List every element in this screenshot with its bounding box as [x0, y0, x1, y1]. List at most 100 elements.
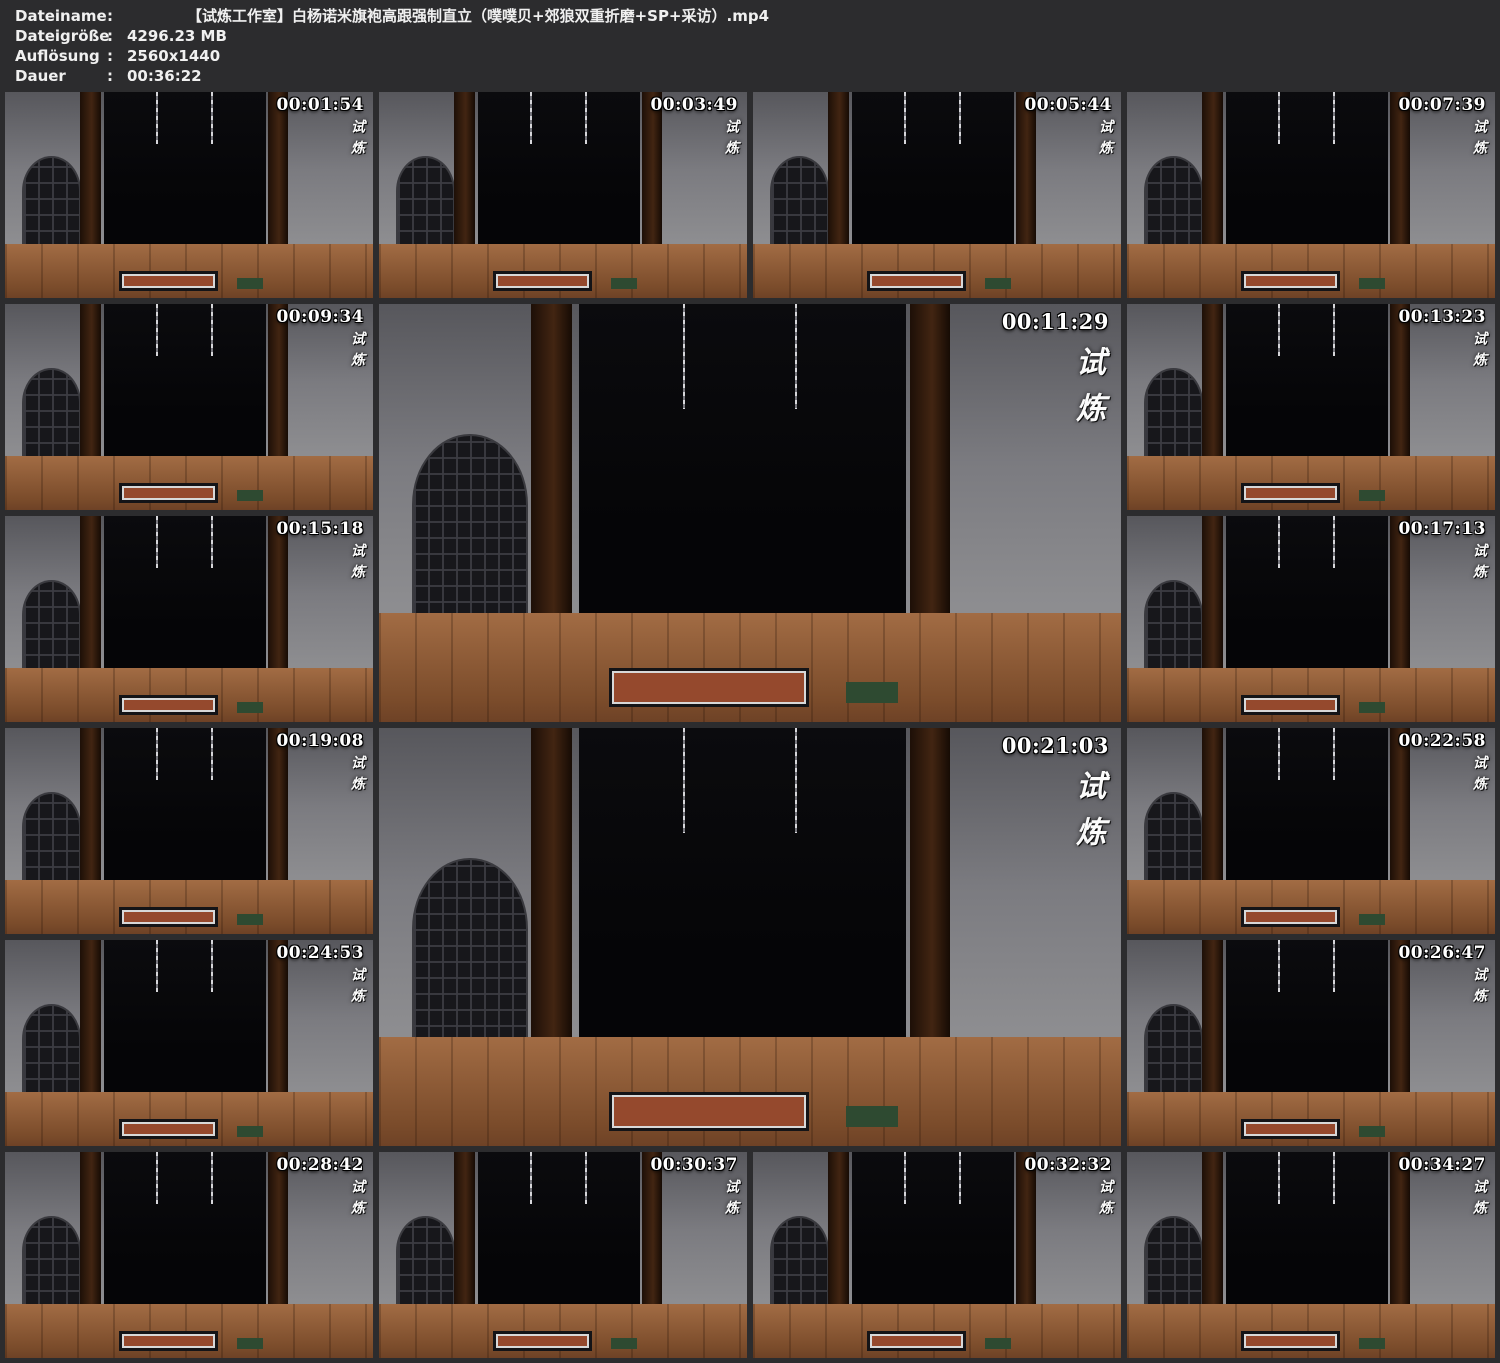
scene-chain-left: [156, 92, 158, 144]
scene-red-mat: [1241, 483, 1340, 503]
scene-red-mat: [1241, 271, 1340, 291]
studio-watermark: 试炼: [1469, 1179, 1489, 1221]
video-frame-placeholder: [379, 92, 747, 298]
scene-pillar-right: [1390, 1152, 1410, 1311]
video-thumbnail: 00:03:49 试炼: [379, 92, 747, 298]
scene-pillar-right: [910, 728, 951, 1050]
scene-chain-left: [1278, 1152, 1280, 1204]
scene-arched-window: [396, 1216, 455, 1309]
video-thumbnail: 00:09:34 试炼: [5, 304, 373, 510]
metadata-row-duration: Dauer:00:36:22: [15, 66, 1500, 86]
scene-arched-window: [412, 858, 527, 1044]
scene-chain-left: [683, 728, 685, 833]
filename-label: Dateiname: [15, 6, 107, 26]
scene-chain-left: [156, 1152, 158, 1204]
video-frame-placeholder: [753, 92, 1121, 298]
timestamp-overlay: 00:34:27: [1398, 1155, 1486, 1175]
scene-chain-right: [211, 516, 213, 568]
scene-chain-left: [156, 516, 158, 568]
scene-red-mat: [867, 1331, 966, 1351]
scene-arched-window: [22, 1004, 81, 1097]
scene-chain-right: [795, 304, 797, 409]
video-thumbnail-large: 00:11:29 试炼: [379, 304, 1121, 722]
scene-black-curtain: [478, 1152, 640, 1307]
scene-green-pad: [846, 1106, 898, 1127]
scene-black-curtain: [1226, 516, 1388, 671]
scene-arched-window: [1144, 792, 1203, 885]
scene-chain-left: [1278, 516, 1280, 568]
scene-chain-left: [683, 304, 685, 409]
studio-watermark: 试炼: [721, 1179, 741, 1221]
timestamp-overlay: 00:07:39: [1398, 95, 1486, 115]
video-frame-placeholder: [379, 728, 1121, 1146]
scene-red-mat: [119, 271, 218, 291]
scene-green-pad: [611, 278, 637, 288]
video-thumbnail: 00:30:37 试炼: [379, 1152, 747, 1358]
video-thumbnail: 00:22:58 试炼: [1127, 728, 1495, 934]
scene-arched-window: [412, 434, 527, 620]
scene-chain-right: [211, 304, 213, 356]
scene-black-curtain: [1226, 1152, 1388, 1307]
metadata-row-filename: Dateiname:【试炼工作室】白杨诺米旗袍高跟强制直立（噗噗贝+郊狼双重折磨…: [15, 6, 1500, 26]
scene-green-pad: [1359, 702, 1385, 712]
studio-watermark: 试炼: [347, 331, 367, 373]
scene-red-mat: [1241, 907, 1340, 927]
scene-black-curtain: [104, 516, 266, 671]
metadata-row-filesize: Dateigröße:4296.23 MB: [15, 26, 1500, 46]
studio-watermark: 试炼: [1469, 119, 1489, 161]
video-thumbnail: 00:07:39 试炼: [1127, 92, 1495, 298]
video-frame-placeholder: [1127, 1152, 1495, 1358]
scene-green-pad: [985, 278, 1011, 288]
video-frame-placeholder: [5, 304, 373, 510]
resolution-label: Auflösung: [15, 46, 107, 66]
scene-green-pad: [985, 1338, 1011, 1348]
video-thumbnail: 00:34:27 试炼: [1127, 1152, 1495, 1358]
separator: :: [107, 26, 127, 46]
scene-green-pad: [237, 490, 263, 500]
studio-watermark: 试炼: [1095, 1179, 1115, 1221]
scene-pillar-right: [1016, 1152, 1036, 1311]
scene-black-curtain: [1226, 304, 1388, 459]
scene-arched-window: [22, 368, 81, 461]
timestamp-overlay: 00:26:47: [1398, 943, 1486, 963]
video-frame-placeholder: [1127, 940, 1495, 1146]
scene-chain-left: [156, 940, 158, 992]
scene-green-pad: [237, 1126, 263, 1136]
scene-red-mat: [493, 1331, 592, 1351]
scene-pillar-left: [1202, 1152, 1222, 1311]
scene-pillar-left: [80, 1152, 100, 1311]
scene-chain-right: [211, 92, 213, 144]
scene-black-curtain: [1226, 728, 1388, 883]
scene-chain-right: [211, 1152, 213, 1204]
video-frame-placeholder: [1127, 728, 1495, 934]
scene-chain-left: [156, 728, 158, 780]
filesize-value: 4296.23 MB: [127, 26, 227, 46]
scene-pillar-right: [268, 728, 288, 887]
scene-chain-right: [795, 728, 797, 833]
scene-pillar-left: [1202, 304, 1222, 463]
scene-arched-window: [1144, 156, 1203, 249]
video-frame-placeholder: [5, 1152, 373, 1358]
scene-arched-window: [22, 580, 81, 673]
scene-arched-window: [22, 1216, 81, 1309]
scene-chain-right: [211, 940, 213, 992]
scene-pillar-right: [1390, 728, 1410, 887]
video-thumbnail-large: 00:21:03 试炼: [379, 728, 1121, 1146]
filesize-label: Dateigröße: [15, 26, 107, 46]
studio-watermark: 试炼: [1469, 755, 1489, 797]
scene-green-pad: [611, 1338, 637, 1348]
video-frame-placeholder: [379, 1152, 747, 1358]
thumbnail-grid: 00:01:54 试炼 00:03:49 试炼: [0, 88, 1500, 1363]
studio-watermark: 试炼: [1469, 331, 1489, 373]
scene-chain-right: [1333, 1152, 1335, 1204]
scene-pillar-right: [642, 1152, 662, 1311]
scene-pillar-right: [268, 516, 288, 675]
scene-green-pad: [237, 702, 263, 712]
scene-pillar-right: [268, 940, 288, 1099]
video-thumbnail: 00:32:32 试炼: [753, 1152, 1121, 1358]
scene-pillar-left: [828, 92, 848, 251]
scene-red-mat: [493, 271, 592, 291]
file-metadata-header: Dateiname:【试炼工作室】白杨诺米旗袍高跟强制直立（噗噗贝+郊狼双重折磨…: [0, 0, 1500, 88]
scene-pillar-right: [910, 304, 951, 626]
timestamp-overlay: 00:03:49: [650, 95, 738, 115]
